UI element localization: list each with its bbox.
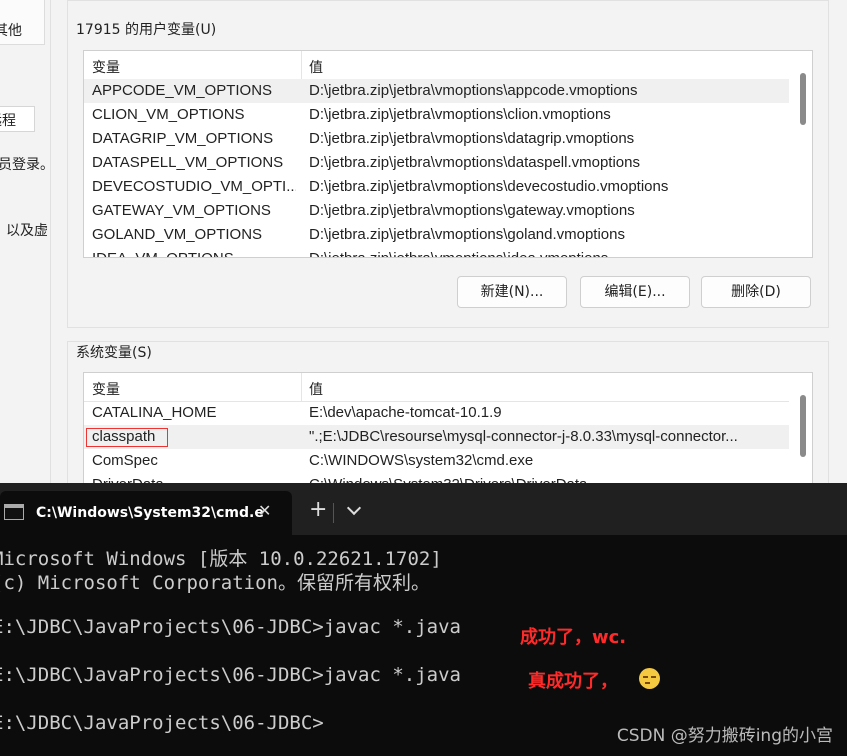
table-row[interactable]: APPCODE_VM_OPTIONS D:\jetbra.zip\jetbra\… [84,79,789,103]
terminal-line: E:\JDBC\JavaProjects\06-JDBC>javac *.jav… [0,616,461,638]
left-tab-label: 远程 [0,113,16,129]
table-row[interactable]: GOLAND_VM_OPTIONS D:\jetbra.zip\jetbra\v… [84,223,789,247]
left-top-text: 其他 [0,23,22,39]
row-value: D:\jetbra.zip\jetbra\vmoptions\gateway.v… [309,202,635,219]
system-header-value[interactable]: 值 [309,379,323,399]
table-row[interactable]: classpath ".;E:\JDBC\resourse\mysql-conn… [84,425,789,449]
new-button[interactable]: 新建(N)... [457,276,567,308]
left-top-tile[interactable]: 其他 [0,0,45,45]
row-value: D:\jetbra.zip\jetbra\vmoptions\clion.vmo… [309,106,611,123]
table-row[interactable]: ComSpec C:\WINDOWS\system32\cmd.exe [84,449,789,473]
user-variables-list[interactable]: 变量 值 APPCODE_VM_OPTIONS D:\jetbra.zip\je… [83,50,813,258]
delete-button[interactable]: 删除(D) [701,276,811,308]
user-list-header: 变量 值 [84,51,789,80]
terminal-tab-title: C:\Windows\System32\cmd.e [36,505,264,521]
terminal-tab[interactable]: C:\Windows\System32\cmd.e ✕ [0,491,292,535]
row-name: CATALINA_HOME [92,404,217,421]
row-name: classpath [92,428,156,445]
row-value: ".;E:\JDBC\resourse\mysql-connector-j-8.… [309,428,738,445]
row-value: D:\jetbra.zip\jetbra\vmoptions\datagrip.… [309,130,635,147]
system-list-scrollbar[interactable] [800,395,806,457]
table-row[interactable]: DATAGRIP_VM_OPTIONS D:\jetbra.zip\jetbra… [84,127,789,151]
terminal-window[interactable]: C:\Windows\System32\cmd.e ✕ + Microsoft … [0,483,847,756]
system-list-header: 变量 值 [84,373,789,402]
row-value: D:\jetbra.zip\jetbra\vmoptions\idea.vmop… [309,250,784,257]
row-value: D:\jetbra.zip\jetbra\vmoptions\dataspell… [309,154,640,171]
table-row[interactable]: DEVECOSTUDIO_VM_OPTI... D:\jetbra.zip\je… [84,175,789,199]
annotation-success-2: 真成功了， [528,671,618,692]
table-row[interactable]: GATEWAY_VM_OPTIONS D:\jetbra.zip\jetbra\… [84,199,789,223]
left-text-line1: 员登录。 [0,157,54,173]
table-row[interactable]: IDEA_VM_OPTIONS D:\jetbra.zip\jetbra\vmo… [84,247,789,257]
relieved-face-icon [639,668,660,689]
system-variables-list[interactable]: 变量 值 CATALINA_HOME E:\dev\apache-tomcat-… [83,372,813,494]
terminal-line: E:\JDBC\JavaProjects\06-JDBC>javac *.jav… [0,664,461,686]
user-list-scrollbar[interactable] [800,73,806,125]
left-tab-remote[interactable]: 远程 [0,106,35,132]
row-value: D:\jetbra.zip\jetbra\vmoptions\goland.vm… [309,226,625,243]
terminal-line: Microsoft Windows [版本 10.0.22621.1702] [0,548,442,570]
row-name: GOLAND_VM_OPTIONS [92,226,263,243]
row-name: CLION_VM_OPTIONS [92,106,245,123]
table-row[interactable]: CLION_VM_OPTIONS D:\jetbra.zip\jetbra\vm… [84,103,789,127]
close-icon[interactable]: ✕ [258,501,271,520]
chevron-down-icon[interactable] [346,500,362,516]
table-row[interactable]: CATALINA_HOME E:\dev\apache-tomcat-10.1.… [84,401,789,425]
user-header-value[interactable]: 值 [309,57,323,77]
system-header-name[interactable]: 变量 [92,379,120,399]
left-settings-panel: 其他 远程 员登录。 以及虚 [0,0,54,490]
cmd-icon [4,504,24,520]
table-row[interactable]: DATASPELL_VM_OPTIONS D:\jetbra.zip\jetbr… [84,151,789,175]
row-value: E:\dev\apache-tomcat-10.1.9 [309,404,502,421]
row-name: DEVECOSTUDIO_VM_OPTI... [92,178,296,195]
watermark: CSDN @努力搬砖ing的小宫 [616,726,833,746]
tab-separator [333,503,334,523]
row-name: GATEWAY_VM_OPTIONS [92,202,271,219]
row-name: DATAGRIP_VM_OPTIONS [92,130,274,147]
row-name: DATASPELL_VM_OPTIONS [92,154,284,171]
system-variables-label: 系统变量(S) [76,345,152,361]
row-value: D:\jetbra.zip\jetbra\vmoptions\appcode.v… [309,82,638,99]
terminal-tab-bar: C:\Windows\System32\cmd.e ✕ + [0,483,847,535]
left-text-line2: 以及虚 [6,223,48,239]
row-name: APPCODE_VM_OPTIONS [92,82,273,99]
annotation-success-1: 成功了，wc. [520,627,627,648]
row-name: ComSpec [92,452,158,469]
terminal-line: E:\JDBC\JavaProjects\06-JDBC> [0,712,324,734]
row-value: D:\jetbra.zip\jetbra\vmoptions\devecostu… [309,178,669,195]
terminal-line: (c) Microsoft Corporation。保留所有权利。 [0,572,430,594]
new-tab-icon[interactable]: + [309,499,327,521]
edit-button[interactable]: 编辑(E)... [580,276,690,308]
row-value: C:\WINDOWS\system32\cmd.exe [309,452,534,469]
row-name: IDEA_VM_OPTIONS [92,250,296,257]
user-header-name[interactable]: 变量 [92,57,120,77]
user-variables-label: 17915 的用户变量(U) [76,22,217,38]
